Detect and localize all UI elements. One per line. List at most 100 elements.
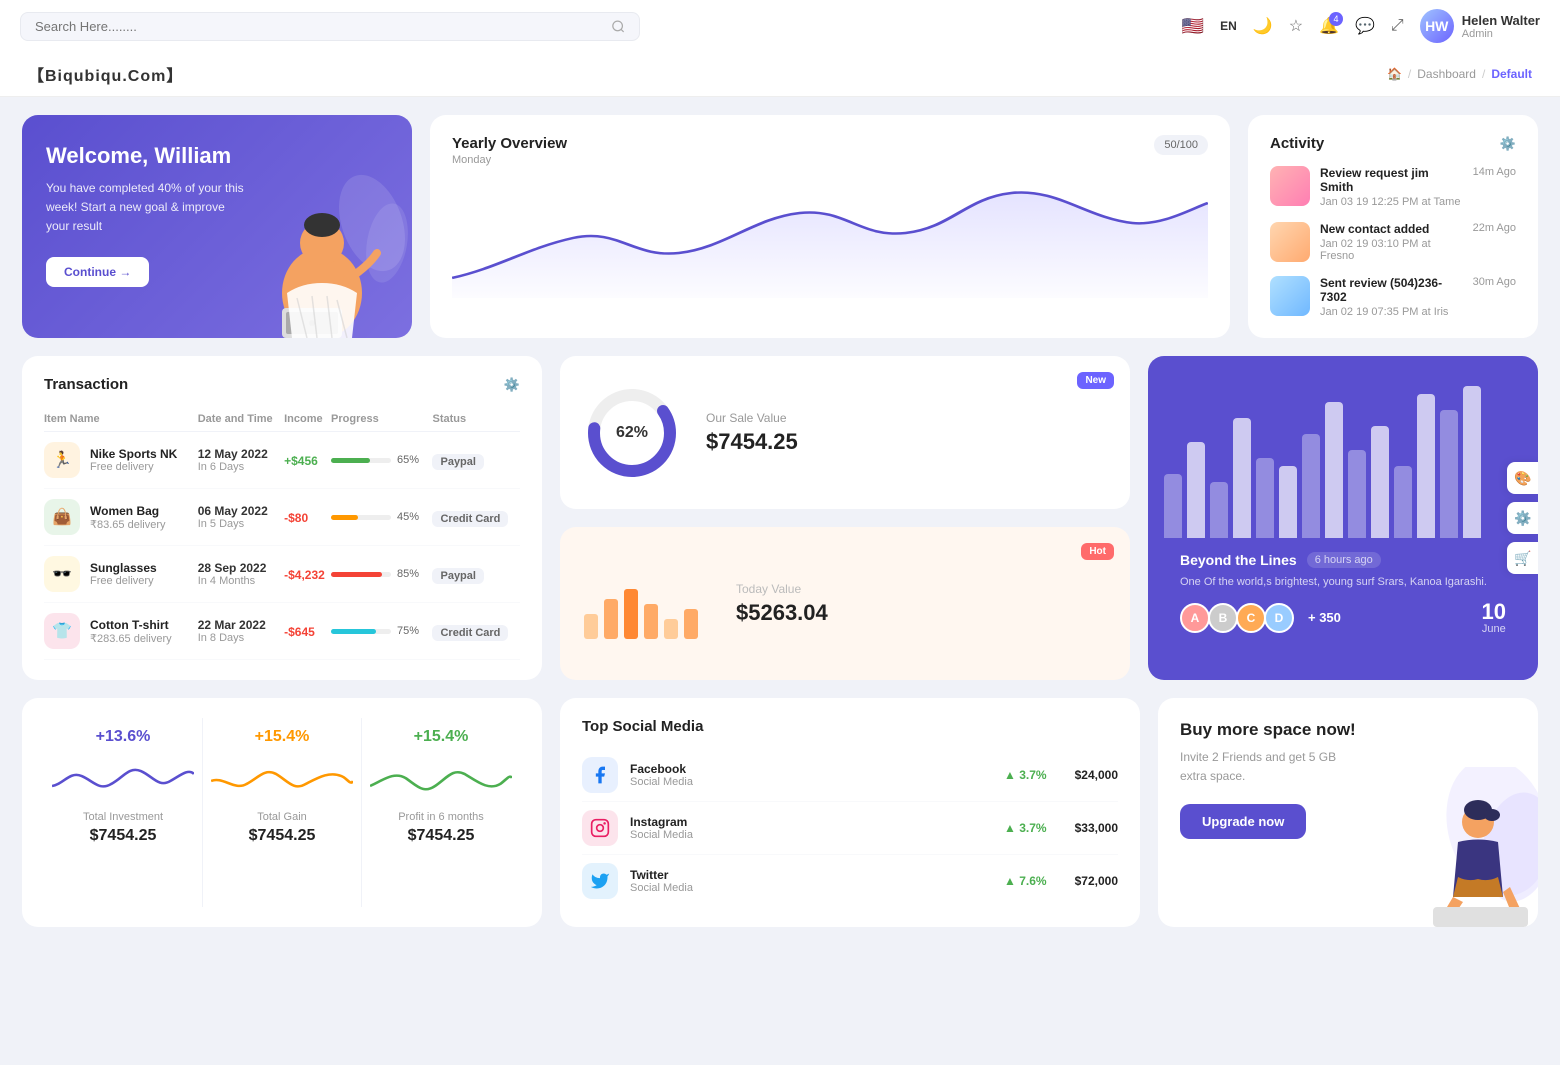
twitter-icon bbox=[582, 863, 618, 899]
activity-detail-2: Jan 02 19 03:10 PM at Fresno bbox=[1320, 238, 1463, 262]
transaction-title: Transaction bbox=[44, 376, 128, 393]
today-subtitle: Today Value bbox=[736, 582, 828, 596]
avatar-row: A B C D + 350 10 June bbox=[1180, 601, 1506, 635]
user-text: Helen Walter Admin bbox=[1462, 13, 1540, 40]
star-icon[interactable]: ☆ bbox=[1289, 16, 1303, 36]
breadcrumb: 🏠 / Dashboard / Default bbox=[1387, 67, 1532, 81]
notification-icon[interactable]: 🔔4 bbox=[1319, 16, 1339, 36]
search-bar bbox=[20, 12, 640, 41]
activity-thumb-3 bbox=[1270, 276, 1310, 316]
yearly-badge: 50/100 bbox=[1154, 135, 1208, 155]
table-row: 👕 Cotton T-shirt ₹283.65 delivery 22 Mar… bbox=[44, 603, 520, 660]
cart-icon[interactable]: 🛒 bbox=[1507, 542, 1538, 574]
home-icon[interactable]: 🏠 bbox=[1387, 67, 1402, 81]
stat-pct-2: +15.4% bbox=[255, 728, 310, 746]
upgrade-button[interactable]: Upgrade now bbox=[1180, 804, 1306, 839]
today-value: $5263.04 bbox=[736, 600, 828, 626]
stat-value-3: $7454.25 bbox=[408, 827, 475, 845]
language-label[interactable]: EN bbox=[1220, 19, 1237, 33]
yearly-chart bbox=[452, 178, 1208, 301]
today-info: Today Value $5263.04 bbox=[736, 582, 828, 626]
col-income: Income bbox=[284, 407, 331, 432]
stat-label-1: Total Investment bbox=[83, 811, 163, 823]
twitter-pct: ▲ 7.6% bbox=[1004, 874, 1047, 888]
activity-settings-icon[interactable]: ⚙️ bbox=[1500, 136, 1516, 152]
welcome-card: Welcome, William You have completed 40% … bbox=[22, 115, 412, 338]
transaction-header: Transaction ⚙️ bbox=[44, 376, 520, 393]
mini-avatar-2: B bbox=[1208, 603, 1238, 633]
bar bbox=[1371, 426, 1389, 538]
bar-chart-inner bbox=[1164, 378, 1522, 538]
activity-name-3: Sent review (504)236-7302 bbox=[1320, 276, 1463, 304]
activity-content-3: Sent review (504)236-7302 Jan 02 19 07:3… bbox=[1320, 276, 1463, 318]
col-date: Date and Time bbox=[198, 407, 284, 432]
transaction-settings-icon[interactable]: ⚙️ bbox=[504, 377, 520, 393]
plus-count: + 350 bbox=[1308, 610, 1341, 625]
user-info[interactable]: HW Helen Walter Admin bbox=[1420, 9, 1540, 43]
activity-thumb-2 bbox=[1270, 222, 1310, 262]
stat-value-1: $7454.25 bbox=[90, 827, 157, 845]
yearly-overview-card: Yearly Overview Monday 50/100 bbox=[430, 115, 1230, 338]
flag-icon: 🇺🇸 bbox=[1182, 16, 1204, 37]
table-row: 🏃 Nike Sports NK Free delivery 12 May 20… bbox=[44, 432, 520, 489]
date-badge: 10 June bbox=[1482, 601, 1506, 635]
notification-badge: 4 bbox=[1329, 12, 1343, 26]
sparkline-2 bbox=[211, 756, 353, 801]
sparkline-3 bbox=[370, 756, 512, 801]
bar-chart-card: Beyond the Lines 6 hours ago One Of the … bbox=[1148, 356, 1538, 680]
bar bbox=[1440, 410, 1458, 538]
brand-logo: 【Biqubiqu.Com】 bbox=[28, 62, 183, 86]
activity-time-1: 14m Ago bbox=[1473, 166, 1516, 178]
theme-icon[interactable]: 🌙 bbox=[1253, 16, 1273, 36]
activity-content-1: Review request jim Smith Jan 03 19 12:25… bbox=[1320, 166, 1463, 208]
stat-value-2: $7454.25 bbox=[249, 827, 316, 845]
activity-item: Review request jim Smith Jan 03 19 12:25… bbox=[1270, 166, 1516, 208]
settings-icon-right[interactable]: ⚙️ bbox=[1507, 502, 1538, 534]
mini-avatar-4: D bbox=[1264, 603, 1294, 633]
space-illustration bbox=[1358, 767, 1538, 927]
chat-icon[interactable]: 💬 bbox=[1355, 16, 1375, 36]
beyond-title: Beyond the Lines bbox=[1180, 552, 1297, 568]
beyond-section: Beyond the Lines 6 hours ago One Of the … bbox=[1164, 538, 1522, 649]
transaction-card: Transaction ⚙️ Item Name Date and Time I… bbox=[22, 356, 542, 680]
breadcrumb-path1[interactable]: Dashboard bbox=[1417, 67, 1476, 81]
bar bbox=[1164, 474, 1182, 538]
facebook-pct: ▲ 3.7% bbox=[1004, 768, 1047, 782]
sale-value-card: New 62% Our Sale Value $7454.25 bbox=[560, 356, 1130, 509]
yearly-subtitle: Monday bbox=[452, 154, 567, 166]
activity-item: Sent review (504)236-7302 Jan 02 19 07:3… bbox=[1270, 276, 1516, 318]
sale-value: $7454.25 bbox=[706, 429, 798, 455]
bar bbox=[1187, 442, 1205, 538]
activity-list: Review request jim Smith Jan 03 19 12:25… bbox=[1270, 166, 1516, 318]
search-icon bbox=[611, 19, 625, 34]
donut-label: 62% bbox=[616, 424, 648, 442]
mini-avatar-1: A bbox=[1180, 603, 1210, 633]
row3: +13.6% Total Investment $7454.25 +15.4% … bbox=[22, 698, 1538, 927]
instagram-pct: ▲ 3.7% bbox=[1004, 821, 1047, 835]
sale-info: Our Sale Value $7454.25 bbox=[706, 411, 798, 455]
bar bbox=[1279, 466, 1297, 538]
nav-icons: 🇺🇸 EN 🌙 ☆ 🔔4 💬 ⤢ HW Helen Walter Admin bbox=[1182, 9, 1540, 43]
expand-icon[interactable]: ⤢ bbox=[1391, 17, 1404, 35]
today-bar-chart bbox=[582, 569, 712, 639]
paint-icon[interactable]: 🎨 bbox=[1507, 462, 1538, 494]
search-input[interactable] bbox=[35, 19, 603, 34]
welcome-subtitle: You have completed 40% of your this week… bbox=[46, 179, 246, 237]
continue-button[interactable]: Continue → bbox=[46, 257, 149, 287]
sparkline-1 bbox=[52, 756, 194, 801]
top-nav: 🇺🇸 EN 🌙 ☆ 🔔4 💬 ⤢ HW Helen Walter Admin bbox=[0, 0, 1560, 52]
today-value-card: Hot Today Value $5263.04 bbox=[560, 527, 1130, 680]
social-title: Top Social Media bbox=[582, 718, 1118, 735]
table-row: 👜 Women Bag ₹83.65 delivery 06 May 2022 … bbox=[44, 489, 520, 546]
user-name: Helen Walter bbox=[1462, 13, 1540, 28]
activity-name-2: New contact added bbox=[1320, 222, 1463, 236]
stat-label-3: Profit in 6 months bbox=[398, 811, 484, 823]
social-media-card: Top Social Media Facebook Social Media ▲… bbox=[560, 698, 1140, 927]
row1: Welcome, William You have completed 40% … bbox=[22, 115, 1538, 338]
facebook-amount: $24,000 bbox=[1075, 768, 1118, 782]
yearly-header: Yearly Overview Monday 50/100 bbox=[452, 135, 1208, 166]
mini-stat-1: +13.6% Total Investment $7454.25 bbox=[44, 718, 202, 907]
twitter-name: Twitter bbox=[630, 868, 693, 882]
bar bbox=[1233, 418, 1251, 538]
activity-time-3: 30m Ago bbox=[1473, 276, 1516, 288]
